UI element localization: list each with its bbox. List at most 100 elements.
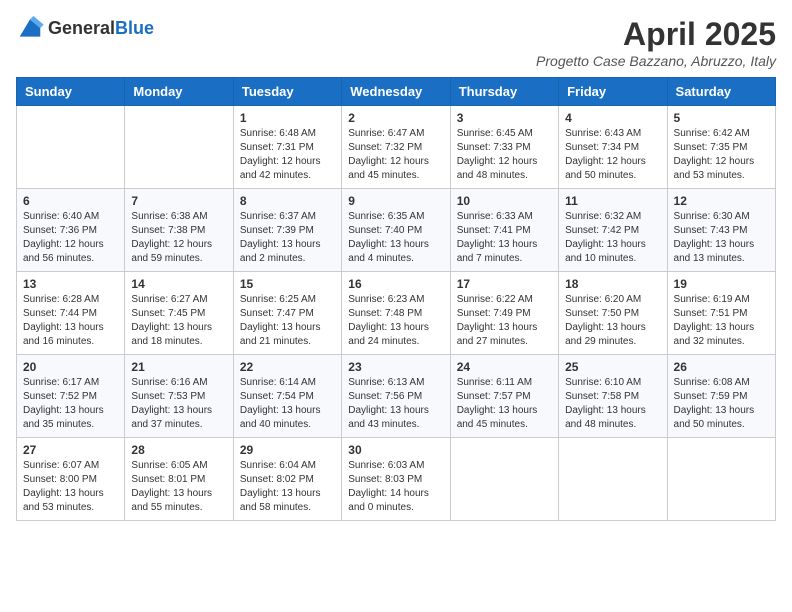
day-number: 2 bbox=[348, 111, 443, 125]
calendar-cell: 19Sunrise: 6:19 AMSunset: 7:51 PMDayligh… bbox=[667, 272, 775, 355]
day-info: Sunrise: 6:10 AMSunset: 7:58 PMDaylight:… bbox=[565, 376, 660, 432]
day-number: 14 bbox=[131, 277, 226, 291]
day-number: 7 bbox=[131, 194, 226, 208]
day-number: 13 bbox=[23, 277, 118, 291]
day-number: 26 bbox=[674, 360, 769, 374]
day-info: Sunrise: 6:05 AMSunset: 8:01 PMDaylight:… bbox=[131, 459, 226, 515]
day-info: Sunrise: 6:37 AMSunset: 7:39 PMDaylight:… bbox=[240, 210, 335, 266]
day-info: Sunrise: 6:30 AMSunset: 7:43 PMDaylight:… bbox=[674, 210, 769, 266]
day-number: 22 bbox=[240, 360, 335, 374]
calendar-cell: 5 Sunrise: 6:42 AMSunset: 7:35 PMDaylight… bbox=[667, 106, 775, 189]
calendar-cell: 30 Sunrise: 6:03 AMSunset: 8:03 PMDayligh… bbox=[342, 438, 450, 521]
day-info: Sunrise: 6:43 AMSunset: 7:34 PMDaylight:… bbox=[565, 127, 660, 183]
day-number: 20 bbox=[23, 360, 118, 374]
logo-text: GeneralBlue bbox=[48, 18, 154, 39]
calendar-cell bbox=[559, 438, 667, 521]
day-info: Sunrise: 6:35 AMSunset: 7:40 PMDaylight:… bbox=[348, 210, 443, 266]
logo-icon bbox=[16, 16, 44, 40]
calendar-table: SundayMondayTuesdayWednesdayThursdayFrid… bbox=[16, 77, 776, 521]
weekday-header-saturday: Saturday bbox=[667, 78, 775, 106]
calendar-week-4: 20 Sunrise: 6:17 AMSunset: 7:52 PMDayligh… bbox=[17, 355, 776, 438]
weekday-header-sunday: Sunday bbox=[17, 78, 125, 106]
weekday-header-monday: Monday bbox=[125, 78, 233, 106]
day-number: 28 bbox=[131, 443, 226, 457]
day-info: Sunrise: 6:25 AMSunset: 7:47 PMDaylight:… bbox=[240, 293, 335, 349]
calendar-cell: 12 Sunrise: 6:30 AMSunset: 7:43 PMDayligh… bbox=[667, 189, 775, 272]
day-number: 15 bbox=[240, 277, 335, 291]
calendar-cell: 11 Sunrise: 6:32 AMSunset: 7:42 PMDayligh… bbox=[559, 189, 667, 272]
day-info: Sunrise: 6:23 AMSunset: 7:48 PMDaylight:… bbox=[348, 293, 443, 349]
day-info: Sunrise: 6:32 AMSunset: 7:42 PMDaylight:… bbox=[565, 210, 660, 266]
calendar-cell: 26 Sunrise: 6:08 AMSunset: 7:59 PMDayligh… bbox=[667, 355, 775, 438]
day-number: 1 bbox=[240, 111, 335, 125]
day-number: 30 bbox=[348, 443, 443, 457]
calendar-cell: 8 Sunrise: 6:37 AMSunset: 7:39 PMDaylight… bbox=[233, 189, 341, 272]
day-number: 5 bbox=[674, 111, 769, 125]
calendar-week-5: 27 Sunrise: 6:07 AMSunset: 8:00 PMDayligh… bbox=[17, 438, 776, 521]
calendar-cell: 4 Sunrise: 6:43 AMSunset: 7:34 PMDaylight… bbox=[559, 106, 667, 189]
logo-general: General bbox=[48, 18, 115, 38]
day-info: Sunrise: 6:16 AMSunset: 7:53 PMDaylight:… bbox=[131, 376, 226, 432]
calendar-cell: 13Sunrise: 6:28 AMSunset: 7:44 PMDayligh… bbox=[17, 272, 125, 355]
day-info: Sunrise: 6:11 AMSunset: 7:57 PMDaylight:… bbox=[457, 376, 552, 432]
weekday-header-wednesday: Wednesday bbox=[342, 78, 450, 106]
calendar-cell: 28 Sunrise: 6:05 AMSunset: 8:01 PMDayligh… bbox=[125, 438, 233, 521]
weekday-header-thursday: Thursday bbox=[450, 78, 558, 106]
day-number: 25 bbox=[565, 360, 660, 374]
day-info: Sunrise: 6:45 AMSunset: 7:33 PMDaylight:… bbox=[457, 127, 552, 183]
logo-blue: Blue bbox=[115, 18, 154, 38]
day-number: 16 bbox=[348, 277, 443, 291]
calendar-cell: 18 Sunrise: 6:20 AMSunset: 7:50 PMDayligh… bbox=[559, 272, 667, 355]
weekday-header-tuesday: Tuesday bbox=[233, 78, 341, 106]
day-number: 27 bbox=[23, 443, 118, 457]
calendar-cell: 2Sunrise: 6:47 AMSunset: 7:32 PMDaylight… bbox=[342, 106, 450, 189]
day-info: Sunrise: 6:22 AMSunset: 7:49 PMDaylight:… bbox=[457, 293, 552, 349]
subtitle: Progetto Case Bazzano, Abruzzo, Italy bbox=[536, 53, 776, 69]
calendar-cell: 16 Sunrise: 6:23 AMSunset: 7:48 PMDayligh… bbox=[342, 272, 450, 355]
day-info: Sunrise: 6:33 AMSunset: 7:41 PMDaylight:… bbox=[457, 210, 552, 266]
calendar-cell: 25 Sunrise: 6:10 AMSunset: 7:58 PMDayligh… bbox=[559, 355, 667, 438]
calendar-cell bbox=[450, 438, 558, 521]
calendar-cell: 21 Sunrise: 6:16 AMSunset: 7:53 PMDayligh… bbox=[125, 355, 233, 438]
day-number: 12 bbox=[674, 194, 769, 208]
calendar-cell: 22 Sunrise: 6:14 AMSunset: 7:54 PMDayligh… bbox=[233, 355, 341, 438]
calendar-cell: 20 Sunrise: 6:17 AMSunset: 7:52 PMDayligh… bbox=[17, 355, 125, 438]
day-number: 18 bbox=[565, 277, 660, 291]
calendar-cell bbox=[667, 438, 775, 521]
calendar-week-3: 13Sunrise: 6:28 AMSunset: 7:44 PMDayligh… bbox=[17, 272, 776, 355]
day-info: Sunrise: 6:17 AMSunset: 7:52 PMDaylight:… bbox=[23, 376, 118, 432]
day-info: Sunrise: 6:04 AMSunset: 8:02 PMDaylight:… bbox=[240, 459, 335, 515]
day-number: 6 bbox=[23, 194, 118, 208]
day-info: Sunrise: 6:08 AMSunset: 7:59 PMDaylight:… bbox=[674, 376, 769, 432]
title-section: April 2025 Progetto Case Bazzano, Abruzz… bbox=[536, 16, 776, 69]
calendar-cell: 14 Sunrise: 6:27 AMSunset: 7:45 PMDayligh… bbox=[125, 272, 233, 355]
calendar-cell: 17 Sunrise: 6:22 AMSunset: 7:49 PMDayligh… bbox=[450, 272, 558, 355]
day-info: Sunrise: 6:14 AMSunset: 7:54 PMDaylight:… bbox=[240, 376, 335, 432]
day-info: Sunrise: 6:07 AMSunset: 8:00 PMDaylight:… bbox=[23, 459, 118, 515]
day-number: 9 bbox=[348, 194, 443, 208]
day-info: Sunrise: 6:03 AMSunset: 8:03 PMDaylight:… bbox=[348, 459, 443, 515]
day-info: Sunrise: 6:38 AMSunset: 7:38 PMDaylight:… bbox=[131, 210, 226, 266]
calendar-cell: 9 Sunrise: 6:35 AMSunset: 7:40 PMDaylight… bbox=[342, 189, 450, 272]
calendar-header-row: SundayMondayTuesdayWednesdayThursdayFrid… bbox=[17, 78, 776, 106]
calendar-cell: 6 Sunrise: 6:40 AMSunset: 7:36 PMDaylight… bbox=[17, 189, 125, 272]
day-number: 10 bbox=[457, 194, 552, 208]
day-number: 4 bbox=[565, 111, 660, 125]
main-title: April 2025 bbox=[536, 16, 776, 53]
calendar-cell: 27 Sunrise: 6:07 AMSunset: 8:00 PMDayligh… bbox=[17, 438, 125, 521]
day-number: 23 bbox=[348, 360, 443, 374]
day-info: Sunrise: 6:40 AMSunset: 7:36 PMDaylight:… bbox=[23, 210, 118, 266]
calendar-week-1: 1Sunrise: 6:48 AMSunset: 7:31 PMDaylight… bbox=[17, 106, 776, 189]
day-number: 17 bbox=[457, 277, 552, 291]
day-number: 11 bbox=[565, 194, 660, 208]
day-info: Sunrise: 6:13 AMSunset: 7:56 PMDaylight:… bbox=[348, 376, 443, 432]
calendar-cell bbox=[125, 106, 233, 189]
day-number: 8 bbox=[240, 194, 335, 208]
day-info: Sunrise: 6:27 AMSunset: 7:45 PMDaylight:… bbox=[131, 293, 226, 349]
day-number: 21 bbox=[131, 360, 226, 374]
day-info: Sunrise: 6:42 AMSunset: 7:35 PMDaylight:… bbox=[674, 127, 769, 183]
day-info: Sunrise: 6:20 AMSunset: 7:50 PMDaylight:… bbox=[565, 293, 660, 349]
calendar-cell: 7 Sunrise: 6:38 AMSunset: 7:38 PMDaylight… bbox=[125, 189, 233, 272]
calendar-cell: 1Sunrise: 6:48 AMSunset: 7:31 PMDaylight… bbox=[233, 106, 341, 189]
calendar-cell: 10 Sunrise: 6:33 AMSunset: 7:41 PMDayligh… bbox=[450, 189, 558, 272]
